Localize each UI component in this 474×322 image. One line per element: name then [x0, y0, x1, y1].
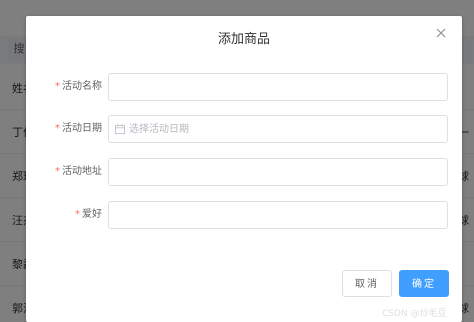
activity-name-input[interactable]: [108, 73, 448, 101]
dialog-title: 添加商品: [217, 32, 270, 47]
form-row-hobby: * 爱好: [26, 201, 462, 229]
confirm-button[interactable]: 确定: [399, 270, 449, 297]
add-product-dialog: 添加商品 * 活动名称 * 活动日期 选择活动日期 * 活动地址 * 爱好 取消…: [26, 16, 462, 322]
activity-address-label: * 活动地址: [36, 158, 102, 186]
hobby-input[interactable]: [108, 201, 448, 229]
activity-address-input[interactable]: [108, 158, 448, 186]
required-marker: *: [55, 123, 60, 134]
form-row-activity-date: * 活动日期: [26, 115, 462, 143]
activity-name-label-text: 活动名称: [62, 81, 102, 92]
required-marker: *: [55, 81, 60, 92]
close-icon[interactable]: [434, 26, 448, 40]
required-marker: *: [75, 209, 80, 220]
hobby-label: * 爱好: [36, 201, 102, 229]
calendar-icon: [115, 124, 125, 134]
cancel-button[interactable]: 取消: [342, 270, 392, 297]
form-row-activity-address: * 活动地址: [26, 158, 462, 186]
form-row-activity-name: * 活动名称: [26, 73, 462, 101]
activity-date-label-text: 活动日期: [62, 123, 102, 134]
watermark: CSDN @炒毛豆: [382, 309, 447, 319]
activity-address-label-text: 活动地址: [62, 166, 102, 177]
activity-name-label: * 活动名称: [36, 73, 102, 101]
page: 搜 姓名 丁佳 一 郑琪 球 汪杰 球 黎磊 郭涛 球 添加商品 *活动名称: [0, 0, 474, 322]
required-marker: *: [55, 166, 60, 177]
activity-date-picker[interactable]: [108, 115, 448, 143]
activity-date-label: * 活动日期: [36, 115, 102, 143]
hobby-label-text: 爱好: [82, 209, 102, 220]
